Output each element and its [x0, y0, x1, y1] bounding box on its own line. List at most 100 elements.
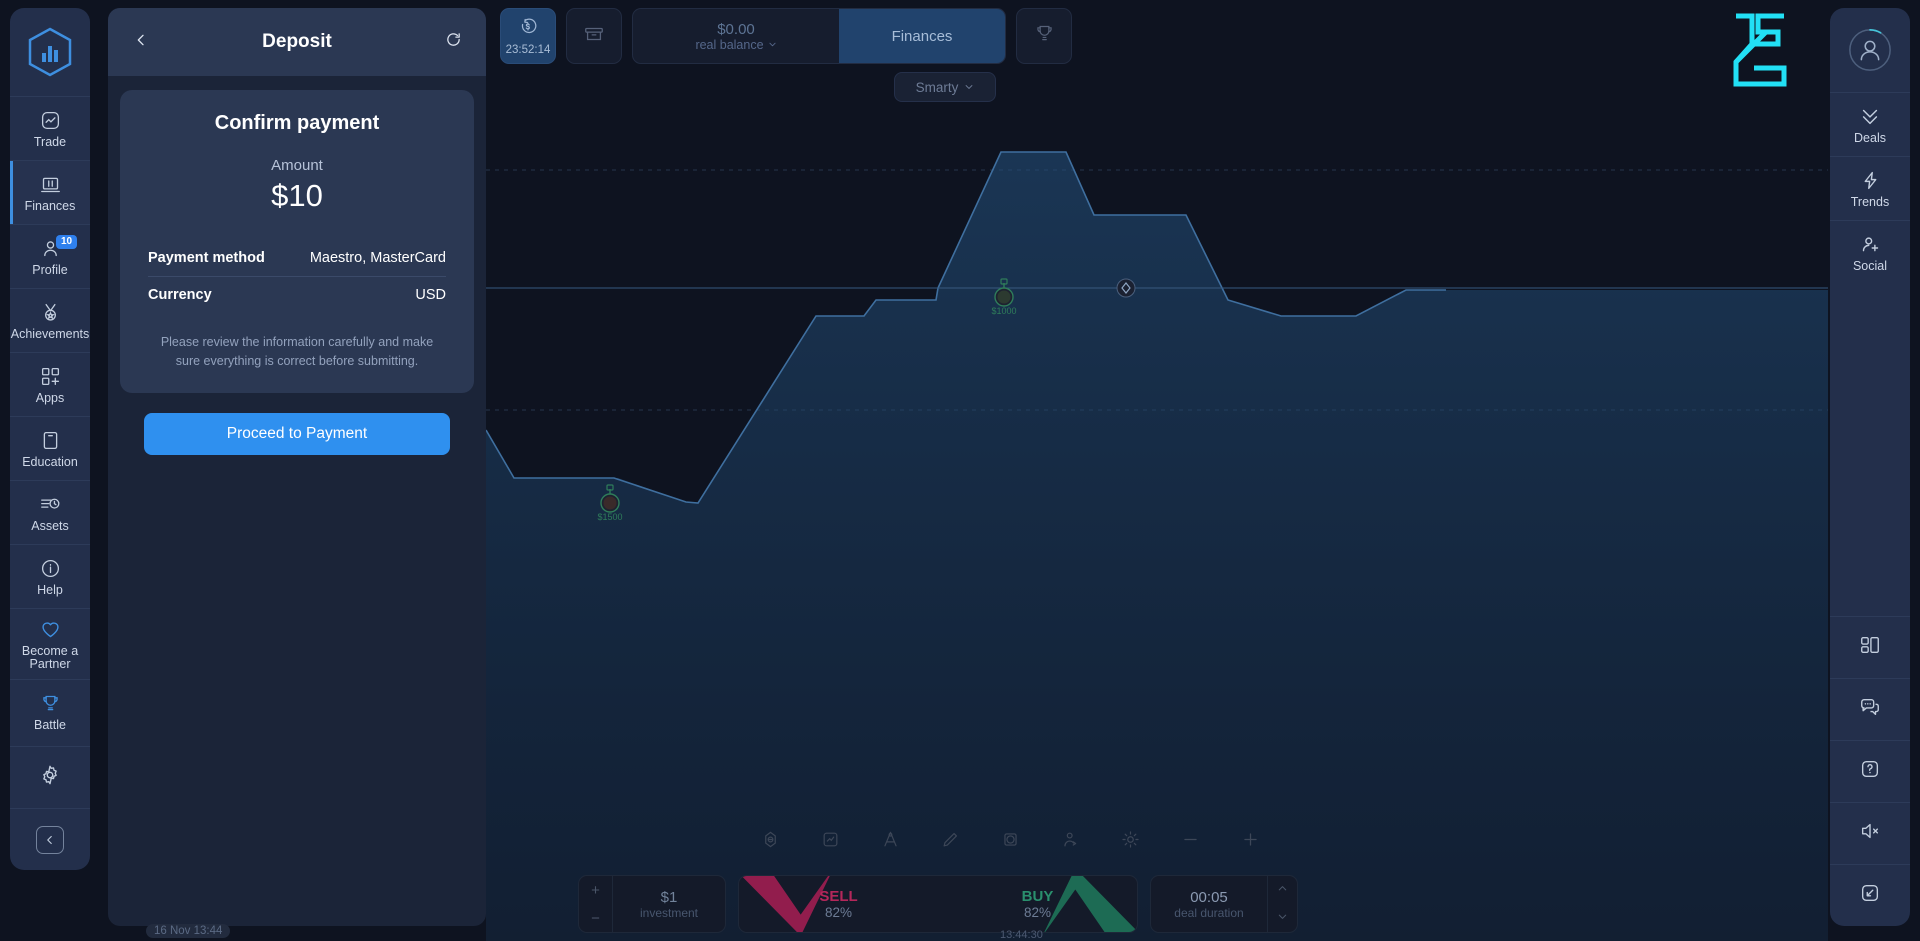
brightness-icon[interactable] [1120, 829, 1140, 849]
lightning-icon [1860, 168, 1881, 192]
chart-timestamp: 16 Nov 13:44 [146, 924, 231, 938]
currency-row: Currency USD [148, 277, 446, 313]
pencil-icon[interactable] [940, 829, 960, 849]
investment-increase-button[interactable]: + [579, 876, 612, 904]
sidebar-item-label: Trends [1850, 195, 1890, 209]
sound-toggle-button[interactable] [1830, 802, 1910, 864]
sidebar-item-label: Battle [34, 718, 66, 732]
sell-buy-group: SELL 82% BUY 82% [738, 875, 1138, 933]
deposit-panel: Deposit Confirm payment Amount $10 Payme… [108, 8, 486, 926]
duration-box: 00:05 deal duration [1150, 875, 1298, 933]
sidebar-item-social[interactable]: Social [1830, 220, 1910, 284]
chart-canvas: $1500 $1000 [486, 151, 1828, 941]
sidebar-item-apps[interactable]: Apps [10, 352, 90, 416]
duration-label: deal duration [1174, 905, 1244, 920]
collapse-sidebar-button[interactable] [10, 808, 90, 870]
fullscreen-icon [1859, 882, 1881, 909]
sidebar-item-label: Achievements [10, 327, 90, 341]
currency-key: Currency [148, 287, 212, 303]
heart-icon [40, 617, 61, 641]
info-circle-icon [40, 556, 61, 580]
investment-steppers: + − [579, 876, 613, 932]
user-plus-icon [1860, 232, 1881, 256]
trade-panel: + − $1 investment SELL 82% BUY 82% 00:05… [578, 875, 1298, 933]
refresh-button[interactable] [438, 27, 468, 57]
apps-grid-plus-icon [40, 364, 61, 388]
price-chart[interactable]: $1500 $1000 [486, 0, 1828, 941]
sidebar-item-trade[interactable]: Trade [10, 96, 90, 160]
investment-decrease-button[interactable]: − [579, 904, 612, 932]
trader-icon[interactable] [1060, 829, 1080, 849]
chevron-left-boxed-icon [36, 825, 64, 854]
payment-method-value: Maestro, MasterCard [309, 250, 446, 266]
sell-button[interactable]: SELL 82% [739, 876, 938, 932]
proceed-to-payment-button[interactable]: Proceed to Payment [144, 413, 450, 455]
deals-chevrons-icon [1859, 104, 1881, 128]
current-price-handle[interactable] [1116, 278, 1136, 298]
sidebar-item-profile[interactable]: 10 Profile [10, 224, 90, 288]
buy-button[interactable]: BUY 82% [938, 876, 1137, 932]
currency-value: USD [415, 287, 446, 303]
compass-icon[interactable] [880, 829, 900, 849]
gear-icon [39, 764, 61, 791]
layout-panels-icon [1859, 634, 1881, 661]
shape-circle-icon[interactable] [1000, 829, 1020, 849]
plus-icon[interactable] [1240, 829, 1260, 849]
investment-value-field[interactable]: $1 investment [613, 876, 725, 932]
chart-line-square-icon [40, 108, 61, 132]
sidebar-item-label: Social [1852, 259, 1888, 273]
chart-square-icon[interactable] [820, 829, 840, 849]
sidebar-item-label: Help [37, 583, 63, 597]
layout-button[interactable] [1830, 616, 1910, 678]
bank-card-icon [40, 172, 61, 196]
fullscreen-button[interactable] [1830, 864, 1910, 926]
medal-icon [40, 300, 61, 324]
sell-percent: 82% [824, 905, 853, 920]
payment-method-key: Payment method [148, 250, 265, 266]
sidebar-item-finances[interactable]: Finances [10, 160, 90, 224]
chart-area-fill [486, 152, 1828, 941]
review-note: Please review the information carefully … [160, 335, 434, 368]
refresh-icon [445, 31, 462, 53]
duration-decrease-button[interactable] [1268, 904, 1297, 932]
chevron-left-icon [133, 32, 149, 53]
page-title: Deposit [262, 31, 332, 52]
deposit-body: Confirm payment Amount $10 Payment metho… [108, 76, 486, 469]
investment-label: investment [639, 905, 699, 920]
amount-label: Amount [271, 157, 323, 174]
duration-increase-button[interactable] [1268, 876, 1297, 904]
back-button[interactable] [126, 27, 156, 57]
sidebar-item-assets[interactable]: Assets [10, 480, 90, 544]
sidebar-item-trends[interactable]: Trends [1830, 156, 1910, 220]
sell-label: SELL [819, 888, 858, 905]
settings-button[interactable] [10, 746, 90, 808]
sidebar-item-education[interactable]: Education [10, 416, 90, 480]
sidebar-item-battle[interactable]: Battle [10, 679, 90, 743]
chat-button[interactable] [1830, 678, 1910, 740]
investment-value: $1 [660, 888, 678, 906]
speaker-muted-icon [1859, 820, 1881, 847]
sidebar-item-deals[interactable]: Deals [1830, 92, 1910, 156]
duration-value-field[interactable]: 00:05 deal duration [1151, 876, 1267, 932]
target-settings-icon[interactable] [760, 829, 780, 849]
sidebar-item-label: Deals [1854, 131, 1886, 145]
payment-method-row: Payment method Maestro, MasterCard [148, 240, 446, 276]
trophy-icon [40, 691, 61, 715]
sidebar-item-achievements[interactable]: Achievements [10, 288, 90, 352]
help-button[interactable] [1830, 740, 1910, 802]
sidebar-item-become-a-partner[interactable]: Become a Partner [10, 608, 90, 679]
minus-icon[interactable] [1180, 829, 1200, 849]
app-logo[interactable] [10, 8, 90, 96]
sidebar-bottom-group [10, 746, 90, 870]
buy-percent: 82% [1023, 905, 1052, 920]
sidebar-item-help[interactable]: Help [10, 544, 90, 608]
chevron-down-icon [1277, 909, 1288, 927]
chevron-up-icon [1277, 881, 1288, 899]
assets-clock-icon [40, 492, 61, 516]
sidebar-item-label: Become a Partner [21, 644, 79, 671]
sidebar-item-label: Education [22, 455, 78, 469]
avatar[interactable] [1830, 8, 1910, 92]
marker-label-1500: $1500 [597, 512, 622, 522]
hexagon-bars-logo-icon [28, 27, 72, 77]
right-sidebar-bottom-group [1830, 616, 1910, 926]
